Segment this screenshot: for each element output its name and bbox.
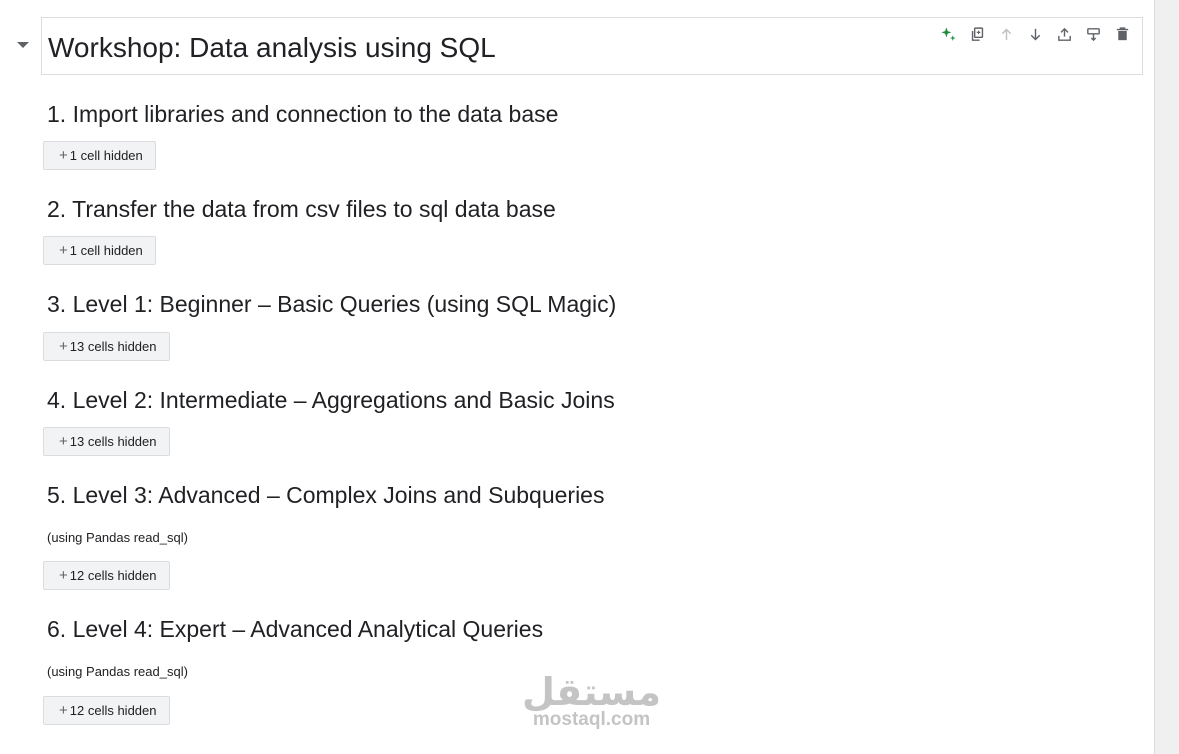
show-hidden-cells-button[interactable]: + 13 cells hidden [43,427,170,456]
show-hidden-cells-button[interactable]: + 12 cells hidden [43,696,170,725]
section-heading: 5. Level 3: Advanced – Complex Joins and… [47,482,605,508]
plus-icon: + [59,242,68,259]
move-cell-down-button[interactable] [1023,22,1047,46]
gemini-sparkle-button[interactable] [936,22,960,46]
collapse-section-toggle[interactable] [17,42,29,48]
move-cell-up-button[interactable] [994,22,1018,46]
hidden-cells-label: 12 cells hidden [69,568,157,583]
copy-link-icon [971,26,983,41]
show-hidden-cells-button[interactable]: + 12 cells hidden [43,561,170,590]
section-heading: 3. Level 1: Beginner – Basic Queries (us… [47,291,617,317]
section-heading: 6. Level 4: Expert – Advanced Analytical… [47,616,544,642]
plus-icon: + [59,338,68,355]
upload-icon [1057,27,1071,41]
delete-cell-button[interactable] [1110,22,1134,46]
arrow-up-icon [1001,28,1011,40]
edit-comment-icon [1086,27,1100,41]
arrow-down-icon [1030,28,1040,40]
show-hidden-cells-button[interactable]: + 1 cell hidden [43,236,156,265]
title-cell[interactable]: Workshop: Data analysis using SQL [41,17,1143,75]
watermark-logo: مستقل mostaql.com [519,670,664,730]
sparkle-icon [940,26,956,41]
hidden-cells-label: 13 cells hidden [69,339,157,354]
watermark-arabic-text: مستقل [522,670,661,714]
section-heading: 4. Level 2: Intermediate – Aggregations … [47,387,615,413]
hidden-cells-label: 1 cell hidden [69,243,143,258]
section-heading: 2. Transfer the data from csv files to s… [47,196,556,222]
section-note: (using Pandas read_sql) [47,664,188,679]
upload-cell-button[interactable] [1052,22,1076,46]
section-heading: 1. Import libraries and connection to th… [47,101,559,127]
scrollbar[interactable] [1154,0,1179,754]
edit-comment-button[interactable] [1081,22,1105,46]
plus-icon: + [59,147,68,164]
page-title: Workshop: Data analysis using SQL [48,32,496,63]
delete-icon [1116,26,1128,40]
hidden-cells-label: 13 cells hidden [69,434,157,449]
section-note: (using Pandas read_sql) [47,530,188,545]
hidden-cells-label: 1 cell hidden [69,148,143,163]
notebook-area: Workshop: Data analysis using SQL 1. Imp… [0,0,1154,754]
plus-icon: + [59,433,68,450]
hidden-cells-label: 12 cells hidden [69,703,157,718]
cell-toolbar [936,22,1134,46]
show-hidden-cells-button[interactable]: + 1 cell hidden [43,141,156,170]
show-hidden-cells-button[interactable]: + 13 cells hidden [43,332,170,361]
plus-icon: + [59,702,68,719]
plus-icon: + [59,567,68,584]
copy-link-button[interactable] [965,22,989,46]
watermark-latin-text: mostaql.com [532,709,651,730]
